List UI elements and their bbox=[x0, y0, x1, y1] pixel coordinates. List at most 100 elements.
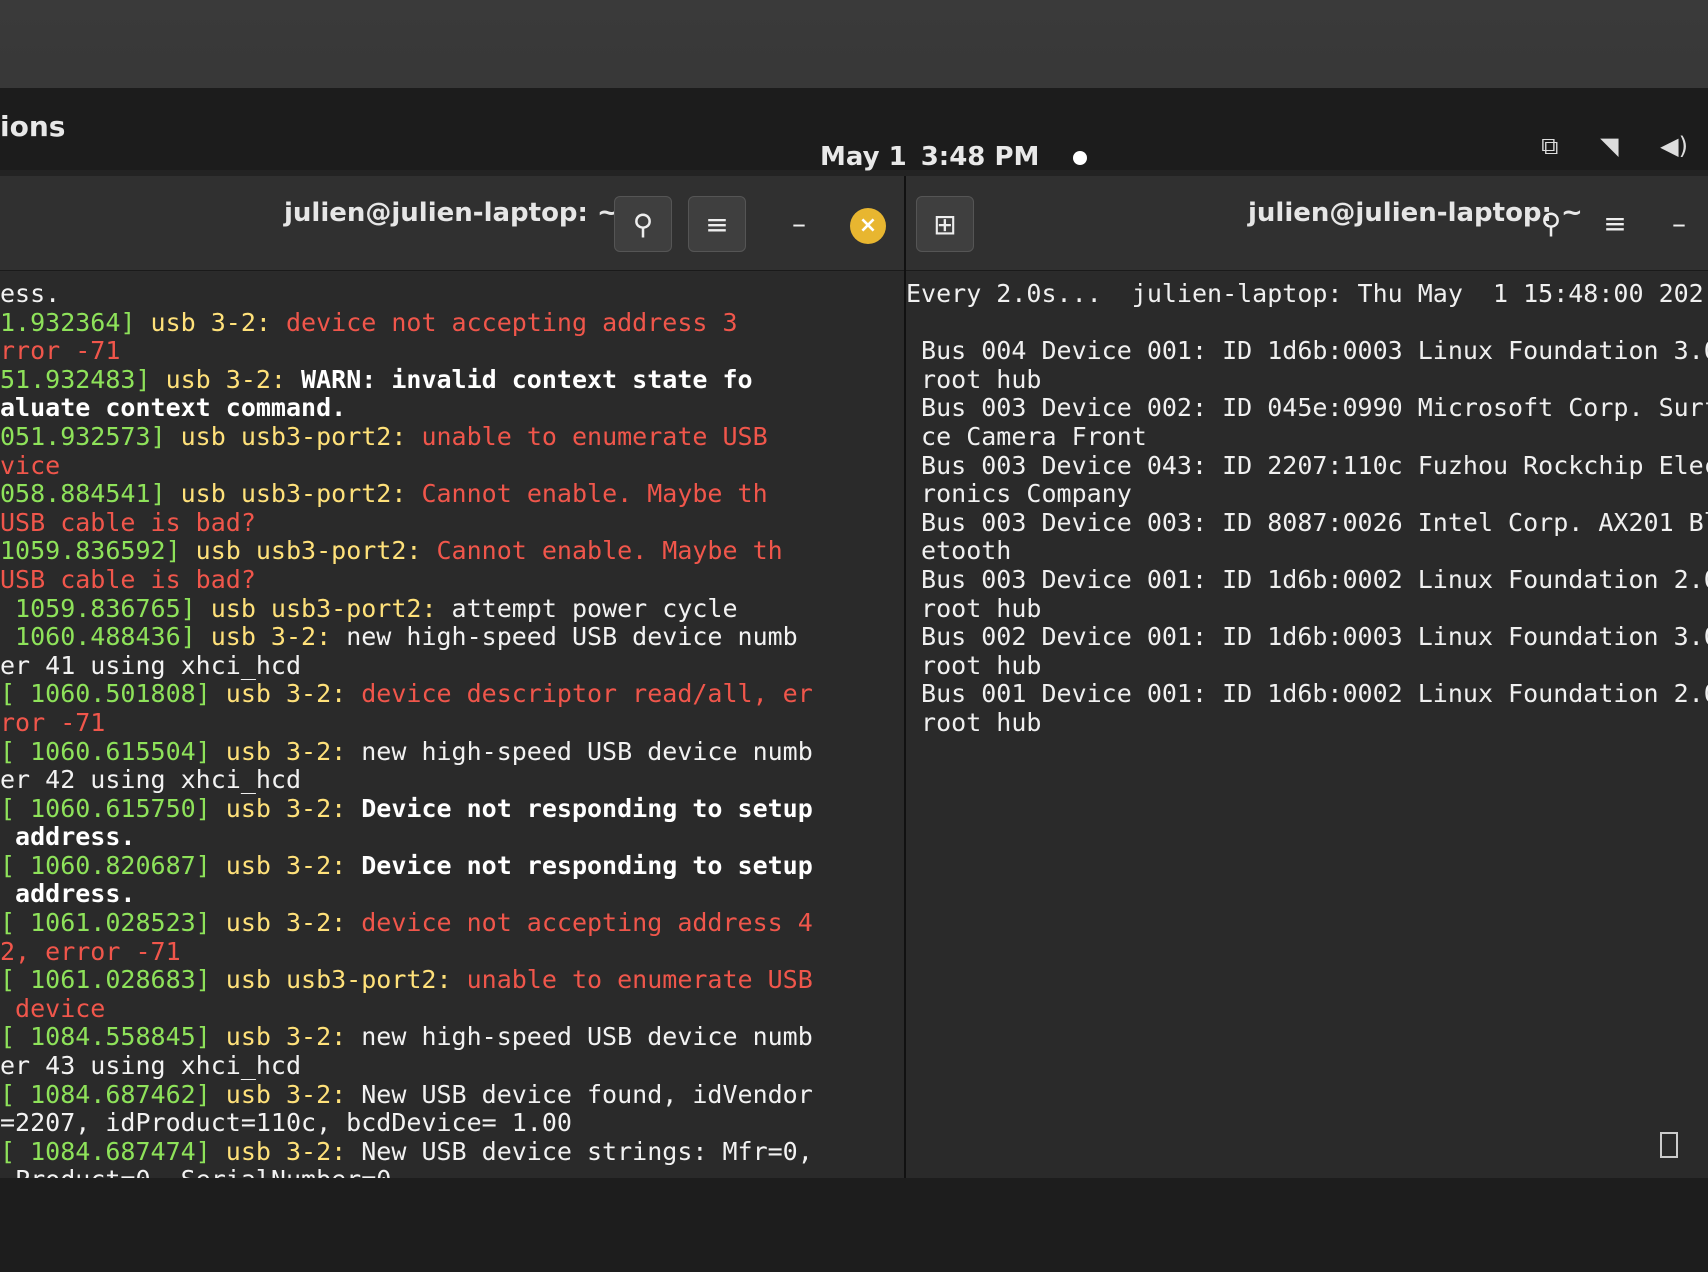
terminal-line-segment: New USB device found, idVendor bbox=[346, 1079, 813, 1109]
terminal-line-segment: device descriptor read/all, er bbox=[346, 679, 813, 709]
terminal-line-segment: device bbox=[0, 993, 106, 1023]
search-button[interactable]: ⚲ bbox=[614, 196, 672, 252]
lsusb-line: Bus 003 Device 001: ID 1d6b:0002 Linux F… bbox=[906, 564, 1708, 594]
terminal-line-segment: =2207, idProduct=110c, bcdDevice= 1.00 bbox=[0, 1108, 572, 1138]
screen-share-icon[interactable]: ⧉ bbox=[1541, 132, 1558, 160]
menu-button-right[interactable]: ≡ bbox=[1586, 196, 1644, 252]
terminal-line-segment: unable to enumerate USB bbox=[451, 965, 813, 995]
terminal-line-segment: 1059.836592] bbox=[0, 536, 181, 566]
terminal-line-segment: Cannot enable. Maybe th bbox=[406, 479, 768, 509]
terminal-line-segment: usb 3-2: bbox=[210, 1136, 347, 1166]
terminal-line-segment: usb 3-2: bbox=[210, 850, 347, 880]
menu-button[interactable]: ≡ bbox=[688, 196, 746, 252]
terminal-line: 1.932364] usb 3-2: device not accepting … bbox=[0, 307, 904, 338]
lsusb-line: Bus 002 Device 001: ID 1d6b:0003 Linux F… bbox=[906, 622, 1708, 652]
terminal-line-segment: address. bbox=[0, 879, 136, 909]
terminal-line-segment: er 42 using xhci_hcd bbox=[0, 765, 302, 795]
minimize-button[interactable]: – bbox=[770, 196, 828, 252]
terminal-line-segment: usb 3-2: bbox=[210, 1079, 347, 1109]
terminal-line-segment: device not accepting address 4 bbox=[346, 908, 813, 938]
terminal-line-segment: [ 1060.615750] bbox=[0, 793, 211, 823]
terminal-line-segment: aluate context command. bbox=[0, 393, 347, 423]
terminal-line: address. bbox=[0, 880, 904, 909]
terminal-output-right[interactable]: Every 2.0s... julien-laptop: Thu May 1 1… bbox=[906, 272, 1708, 1178]
terminal-line: rror -71 bbox=[0, 336, 904, 366]
lsusb-line: Bus 001 Device 001: ID 1d6b:0002 Linux F… bbox=[906, 679, 1708, 709]
terminal-line-segment: Device not responding to setup bbox=[346, 793, 813, 823]
lsusb-line: ronics Company bbox=[906, 479, 1132, 509]
terminal-line: 1060.488436] usb 3-2: new high-speed USB… bbox=[0, 622, 904, 652]
terminal-window-right[interactable]: ⊞ julien@julien-laptop: ~ ⚲ ≡ – Every 2.… bbox=[906, 176, 1708, 1178]
terminal-line-segment: [ 1060.820687] bbox=[0, 850, 211, 880]
lsusb-line: Bus 003 Device 003: ID 8087:0026 Intel C… bbox=[906, 507, 1708, 537]
terminal-line: [ 1060.501808] usb 3-2: device descripto… bbox=[0, 680, 904, 709]
lsusb-line: root hub bbox=[906, 650, 1042, 680]
close-button[interactable]: × bbox=[850, 208, 886, 244]
terminal-line-segment: [ 1061.028683] bbox=[0, 965, 211, 995]
terminal-line-segment: usb usb3-port2: bbox=[165, 479, 407, 509]
hamburger-icon: ≡ bbox=[1603, 207, 1627, 240]
terminal-line: =2207, idProduct=110c, bcdDevice= 1.00 bbox=[0, 1108, 904, 1138]
terminal-line: [ 1084.558845] usb 3-2: new high-speed U… bbox=[0, 1023, 904, 1052]
terminal-line-segment: 1.932364] bbox=[0, 307, 136, 337]
terminal-line: aluate context command. bbox=[0, 394, 904, 423]
terminal-line-segment: ror -71 bbox=[0, 707, 106, 737]
terminal-window-left[interactable]: julien@julien-laptop: ~ ⚲ ≡ – × ess. 1.93… bbox=[0, 176, 906, 1178]
terminal-line-segment: 051.932573] bbox=[0, 421, 166, 451]
terminal-line-segment: usb 3-2: bbox=[210, 736, 347, 766]
terminal-line: er 43 using xhci_hcd bbox=[0, 1051, 904, 1081]
terminal-line: 1059.836592] usb usb3-port2: Cannot enab… bbox=[0, 537, 904, 566]
terminal-line-segment: [ 1060.615504] bbox=[0, 736, 211, 766]
screen: ions May 1 3:48 PM ⧉ ◥ ◀) julien@julien-l… bbox=[0, 88, 1708, 1178]
system-tray[interactable]: ⧉ ◥ ◀) bbox=[1507, 132, 1688, 160]
terminal-line-segment: device not accepting address 3 bbox=[270, 307, 738, 337]
lsusb-line: Bus 003 Device 043: ID 2207:110c Fuzhou … bbox=[906, 450, 1708, 480]
terminal-line-segment: usb 3-2: bbox=[210, 1022, 347, 1052]
terminal-line-segment: er 43 using xhci_hcd bbox=[0, 1051, 302, 1081]
lsusb-line: ce Camera Front bbox=[906, 421, 1147, 451]
terminal-line-segment: New USB device strings: Mfr=0, bbox=[346, 1136, 813, 1166]
terminal-line-segment: Cannot enable. Maybe th bbox=[421, 536, 783, 566]
clock[interactable]: May 1 3:48 PM bbox=[820, 142, 1101, 172]
terminal-line-segment: USB cable is bad? bbox=[0, 564, 256, 594]
terminal-line: ess. bbox=[0, 279, 904, 309]
new-tab-icon: ⊞ bbox=[933, 208, 957, 241]
wifi-icon[interactable]: ◥ bbox=[1600, 132, 1618, 160]
search-icon: ⚲ bbox=[1540, 207, 1562, 240]
terminal-line-segment: new high-speed USB device numb bbox=[331, 622, 798, 652]
terminal-output-left[interactable]: ess. 1.932364] usb 3-2: device not accept… bbox=[0, 272, 904, 1178]
lsusb-line: root hub bbox=[906, 364, 1042, 394]
terminal-line-segment: Product=0, SerialNumber=0 bbox=[0, 1165, 391, 1178]
terminal-line-segment: WARN: invalid context state fo bbox=[285, 364, 753, 394]
terminal-line-segment: 1060.488436] bbox=[0, 622, 196, 652]
terminal-line-segment: usb 3-2: bbox=[195, 622, 332, 652]
search-button-right[interactable]: ⚲ bbox=[1522, 196, 1580, 252]
terminal-line-segment: usb 3-2: bbox=[210, 679, 347, 709]
clock-time: 3:48 PM bbox=[920, 142, 1040, 172]
terminal-line: Product=0, SerialNumber=0 bbox=[0, 1166, 904, 1178]
watch-header: Every 2.0s... julien-laptop: Thu May 1 1… bbox=[906, 279, 1704, 308]
terminal-line-segment: 058.884541] bbox=[0, 479, 166, 509]
activities-button[interactable]: ions bbox=[0, 110, 65, 143]
terminal-line-segment: usb 3-2: bbox=[210, 793, 347, 823]
search-icon: ⚲ bbox=[632, 208, 654, 241]
terminal-line-segment: unable to enumerate USB bbox=[406, 421, 768, 451]
terminal-line: USB cable is bad? bbox=[0, 508, 904, 538]
terminal-line-segment: usb 3-2: bbox=[150, 364, 286, 394]
keyboard-deck bbox=[0, 1178, 1708, 1272]
terminal-line: 51.932483] usb 3-2: WARN: invalid contex… bbox=[0, 364, 904, 395]
terminal-line: [ 1060.820687] usb 3-2: Device not respo… bbox=[0, 850, 904, 881]
lsusb-line: Bus 004 Device 001: ID 1d6b:0003 Linux F… bbox=[906, 336, 1708, 366]
terminal-line-segment: new high-speed USB device numb bbox=[346, 736, 813, 766]
minimize-button-right[interactable]: – bbox=[1650, 196, 1708, 252]
lsusb-line: etooth bbox=[906, 536, 1012, 566]
terminal-line: 1059.836765] usb usb3-port2: attempt pow… bbox=[0, 593, 904, 624]
terminal-line-segment: attempt power cycle bbox=[436, 593, 738, 623]
new-tab-button[interactable]: ⊞ bbox=[916, 196, 974, 252]
terminal-line-segment: [ 1060.501808] bbox=[0, 679, 211, 709]
terminal-line: USB cable is bad? bbox=[0, 564, 904, 595]
terminal-line: 058.884541] usb usb3-port2: Cannot enabl… bbox=[0, 479, 904, 509]
top-bar: ions May 1 3:48 PM ⧉ ◥ ◀) bbox=[0, 88, 1708, 172]
volume-icon[interactable]: ◀) bbox=[1660, 132, 1688, 160]
